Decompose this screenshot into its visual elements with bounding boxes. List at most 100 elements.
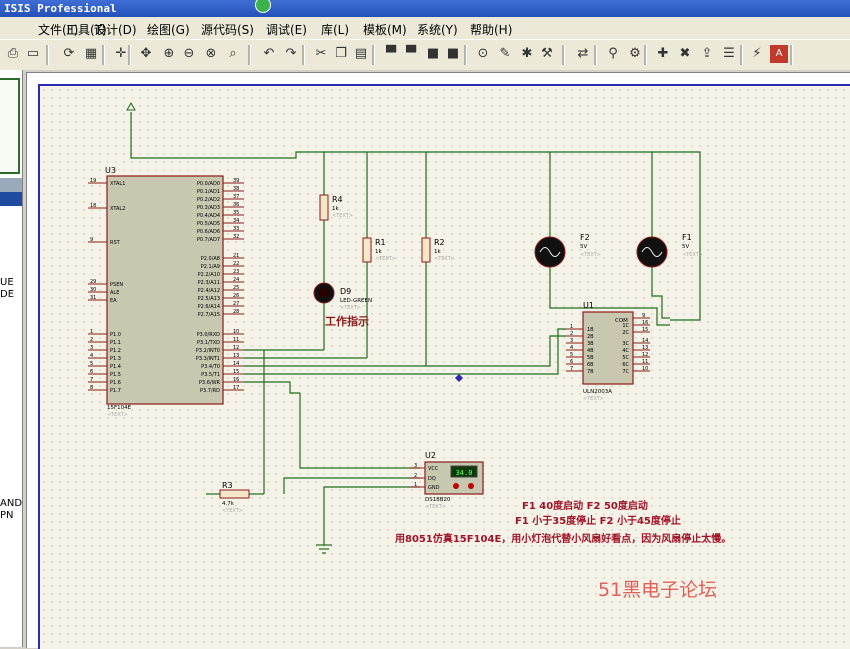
u1-uln2003a[interactable]: U1ULN2003A<TEXT>COM1 1B2 2B3 3B4 4B5 5B6 6B7 7B… — [566, 301, 650, 402]
u3-pin-name: P2.1/A9 — [201, 264, 220, 270]
d9-text: <TEXT> — [340, 305, 361, 311]
u3-mcu[interactable]: U315F104E<TEXT>19 XTAL118 XTAL29 RST29 PSEN3… — [88, 166, 244, 418]
u3-pin-number: 10 — [233, 329, 239, 335]
u3-pin-number: 24 — [233, 277, 239, 283]
u1-pin-name: 4B — [587, 348, 594, 354]
u3-pin-number: 31 — [90, 295, 96, 301]
u2-text: <TEXT> — [425, 504, 446, 510]
u3-pin-name: P2.0/A8 — [201, 256, 220, 262]
u1-pin-number: 9 — [642, 313, 645, 319]
u1-pin-number: 14 — [642, 338, 648, 344]
u3-pin-number: 30 — [90, 287, 96, 293]
u1-pin-number: 3 — [570, 338, 573, 344]
u3-pin-name: PSEN — [110, 282, 123, 288]
u1-pin-name: 3B — [587, 341, 594, 347]
u1-pin-number: 2 — [570, 331, 573, 337]
u1-pin-number: 5 — [570, 352, 573, 358]
f1-lamp[interactable]: F1 5V <TEXT> — [636, 233, 703, 268]
u3-pin-number: 26 — [233, 293, 239, 299]
u2-ds18b20[interactable]: U2 DS18B20<TEXT> 34.0 3 VCC 2 DQ 1 GND — [410, 451, 484, 510]
u3-pin-number: 4 — [90, 353, 93, 359]
r3-value: 4.7k — [222, 501, 235, 507]
u3-pin-name: P0.1/AD1 — [197, 189, 220, 195]
u3-pin-number: 38 — [233, 186, 239, 192]
u3-pin-name: P1.0 — [110, 332, 121, 338]
u3-pin-name: P0.3/AD3 — [197, 205, 220, 211]
u3-pin-name: P3.4/T0 — [201, 364, 220, 370]
f1-text: <TEXT> — [682, 252, 703, 258]
temperature-readout: 34.0 — [456, 469, 473, 477]
u3-pin-name: P2.7/A15 — [198, 312, 220, 318]
temp-down-button[interactable] — [453, 483, 459, 489]
power-terminal-icon[interactable] — [126, 101, 136, 111]
u3-pin-name: P1.3 — [110, 356, 121, 362]
r4-resistor[interactable]: R4 1k<TEXT> — [319, 194, 353, 221]
u1-pin-number: 11 — [642, 359, 648, 365]
u3-pin-number: 16 — [233, 377, 239, 383]
d9-led[interactable]: D9 LED-GREEN<TEXT> 工作指示 — [313, 282, 372, 328]
u3-pin-number: 33 — [233, 226, 239, 232]
u3-pin-name: P3.3/INT1 — [196, 356, 220, 362]
u3-pin-number: 32 — [233, 234, 239, 240]
r1-text: <TEXT> — [375, 256, 396, 262]
u3-pin-name: P2.6/A14 — [198, 304, 220, 310]
u3-pin-name: P0.7/AD7 — [197, 237, 220, 243]
r3-resistor[interactable]: R3 4.7k<TEXT> — [219, 481, 250, 514]
r4-value: 1k — [332, 206, 339, 212]
u3-pin-name: P2.2/A10 — [198, 272, 220, 278]
u3-text: <TEXT> — [107, 412, 128, 418]
u3-part: 15F104E — [107, 405, 132, 411]
u1-pin-name: 7B — [587, 369, 594, 375]
u3-pin-number: 12 — [233, 345, 239, 351]
u2-pin-name: DQ — [428, 476, 436, 482]
schematic-canvas[interactable]: U315F104E<TEXT>19 XTAL118 XTAL29 RST29 PSEN3… — [0, 0, 850, 647]
u1-pin-number: 7 — [570, 366, 573, 372]
u3-pin-number: 28 — [233, 309, 239, 315]
r2-ref: R2 — [434, 238, 445, 247]
u1-pin-name: 1C — [622, 323, 629, 329]
r2-text: <TEXT> — [434, 256, 455, 262]
u3-pin-name: P3.0/RXD — [197, 332, 221, 338]
u2-pin-number: 1 — [414, 482, 417, 488]
watermark: 51黑电子论坛 — [598, 579, 717, 601]
r3-text: <TEXT> — [222, 508, 243, 514]
u3-pin-number: 14 — [233, 361, 239, 367]
u3-pin-number: 23 — [233, 269, 239, 275]
u3-pin-name: P0.0/AD0 — [197, 181, 220, 187]
u3-pin-number: 8 — [90, 385, 93, 391]
u3-pin-number: 35 — [233, 210, 239, 216]
u1-pin-name: 6C — [622, 362, 629, 368]
f2-lamp[interactable]: F2 5V <TEXT> — [534, 233, 601, 268]
r1-value: 1k — [375, 249, 382, 255]
junction-dot — [455, 374, 463, 382]
u1-pin-name: 2C — [622, 330, 629, 336]
u3-pin-name: P1.1 — [110, 340, 121, 346]
f2-value: 5V — [580, 244, 587, 250]
u3-pin-number: 6 — [90, 369, 93, 375]
u3-pin-name: P0.6/AD6 — [197, 229, 220, 235]
u3-pin-number: 39 — [233, 178, 239, 184]
u3-pin-name: P0.4/AD4 — [197, 213, 220, 219]
u1-ref: U1 — [583, 301, 594, 310]
u1-pin-number: 15 — [642, 327, 648, 333]
u3-pin-number: 37 — [233, 194, 239, 200]
u3-pin-number: 7 — [90, 377, 93, 383]
u2-pin-name: VCC — [428, 466, 439, 472]
u3-pin-name: XTAL1 — [110, 181, 125, 187]
r4-ref: R4 — [332, 195, 343, 204]
u1-pin-name: 5C — [622, 355, 629, 361]
u1-part: ULN2003A — [583, 389, 612, 395]
u3-ref: U3 — [105, 166, 116, 175]
u1-pin-number: 13 — [642, 345, 648, 351]
u1-pin-name: 4C — [622, 348, 629, 354]
r2-resistor[interactable]: R2 1k<TEXT> — [421, 237, 455, 263]
r3-ref: R3 — [222, 481, 233, 490]
u3-pin-number: 27 — [233, 301, 239, 307]
u3-pin-number: 18 — [90, 203, 96, 209]
f2-ref: F2 — [580, 233, 590, 242]
d9-caption: 工作指示 — [325, 314, 369, 328]
r1-resistor[interactable]: R1 1k<TEXT> — [362, 237, 396, 263]
u2-pin-number: 3 — [414, 463, 417, 469]
f1-ref: F1 — [682, 233, 692, 242]
temp-up-button[interactable] — [468, 483, 474, 489]
